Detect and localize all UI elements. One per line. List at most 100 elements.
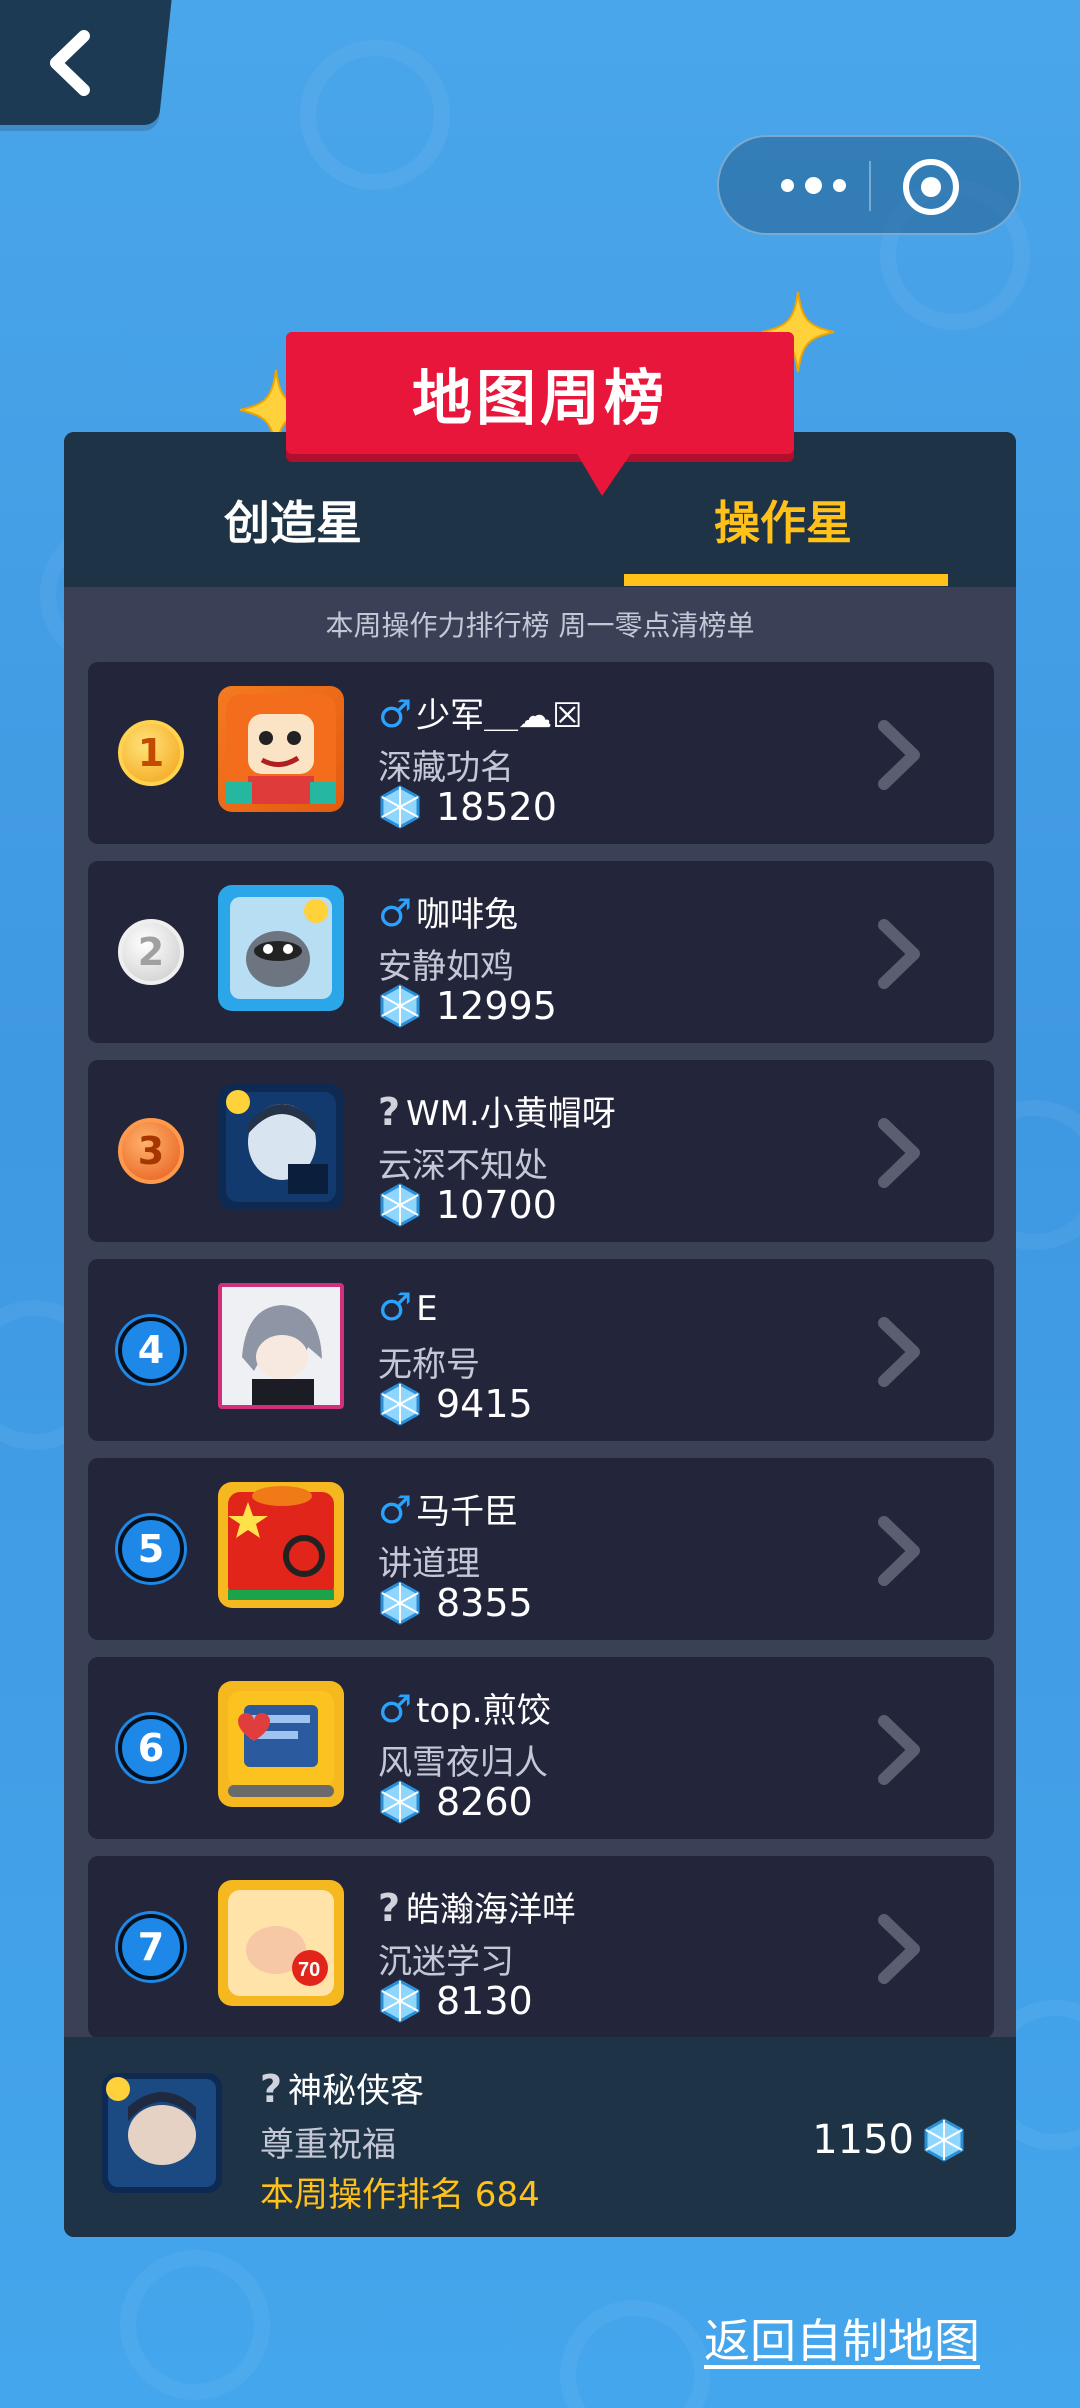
chevron-left-icon	[49, 30, 90, 96]
active-tab-indicator	[624, 574, 948, 586]
player-name-text: top.煎饺	[416, 1691, 551, 1731]
avatar: 70	[218, 1880, 344, 2006]
tab-operation-star[interactable]: 操作星	[714, 487, 852, 553]
player-title: 安静如鸡	[378, 947, 514, 987]
ranking-row[interactable]: 6 ♂ top.煎饺 风雪夜归人 8260	[88, 1657, 994, 1839]
player-title: 云深不知处	[378, 1146, 548, 1186]
score-value: 18520	[436, 785, 557, 829]
ranking-row[interactable]: 3 ? WM.小黄帽呀 云深不知处 10700	[88, 1060, 994, 1242]
avatar	[218, 1482, 344, 1608]
player-title: 讲道理	[378, 1544, 480, 1584]
player-name-text: 神秘侠客	[288, 2071, 425, 2111]
player-name: ♂ top.煎饺	[378, 1683, 551, 1732]
player-title: 无称号	[378, 1345, 480, 1385]
chevron-right-icon	[878, 1715, 920, 1785]
player-name-text: 马千臣	[416, 1492, 519, 1532]
avatar	[218, 1084, 344, 1210]
score-line: 10700	[378, 1182, 557, 1228]
my-weekly-rank: 本周操作排名 684	[260, 2175, 540, 2215]
avatar	[218, 1283, 344, 1409]
player-title: 深藏功名	[378, 748, 514, 788]
ranking-row[interactable]: 7 70 ? 皓瀚海洋咩 沉迷学习 8130	[88, 1856, 994, 2038]
player-name: ? WM.小黄帽呀	[378, 1086, 616, 1135]
diamond-icon	[380, 1183, 420, 1227]
target-circle-icon[interactable]	[903, 159, 959, 215]
rank-badge: 7	[118, 1914, 184, 1980]
score-line: 8355	[378, 1580, 533, 1626]
title-banner: 地图周榜	[286, 332, 794, 496]
avatar	[218, 1681, 344, 1807]
back-button[interactable]	[0, 0, 172, 125]
score-value: 9415	[436, 1382, 533, 1426]
player-name-text: 皓瀚海洋咩	[406, 1890, 577, 1930]
score-value: 8260	[436, 1780, 533, 1824]
avatar	[102, 2073, 222, 2193]
more-dots-icon[interactable]	[761, 137, 871, 233]
chevron-right-icon	[878, 1914, 920, 1984]
chevron-right-icon	[878, 1516, 920, 1586]
diamond-icon	[380, 785, 420, 829]
unknown-gender-icon: ?	[378, 1090, 401, 1134]
score-value: 1150	[812, 2117, 914, 2163]
player-name: ♂ 咖啡兔	[378, 887, 518, 936]
my-ranking-row: ? 神秘侠客 尊重祝福 本周操作排名 684 1150	[64, 2037, 1016, 2237]
ranking-row[interactable]: 1 ♂ 少军＿☁☒ 深藏功名 18520	[88, 662, 994, 844]
avatar	[218, 686, 344, 812]
chevron-right-icon	[878, 919, 920, 989]
chevron-right-icon	[878, 1317, 920, 1387]
leaderboard-subtitle: 本周操作力排行榜 周一零点清榜单	[325, 609, 755, 642]
ranking-row[interactable]: 5 ♂ 马千臣 讲道理 8355	[88, 1458, 994, 1640]
miniprogram-capsule	[717, 135, 1021, 235]
male-gender-icon: ♂	[378, 1285, 413, 1329]
player-name-text: 咖啡兔	[416, 895, 519, 935]
score-line: 8130	[378, 1978, 533, 2024]
male-gender-icon: ♂	[378, 1488, 413, 1532]
player-name: ♂ 少军＿☁☒	[378, 688, 583, 737]
player-name-text: WM.小黄帽呀	[406, 1094, 616, 1134]
capsule-divider	[869, 161, 871, 211]
player-title: 沉迷学习	[378, 1942, 514, 1982]
player-name-text: 少军＿☁☒	[416, 696, 583, 736]
unknown-gender-icon: ?	[378, 1886, 401, 1930]
rank-badge: 5	[118, 1516, 184, 1582]
rank-badge: 6	[118, 1715, 184, 1781]
score-line: 18520	[378, 784, 557, 830]
rank-medal-gold: 1	[118, 720, 184, 786]
male-gender-icon: ♂	[378, 1687, 413, 1731]
back-to-custom-maps-link[interactable]: 返回自制地图	[704, 2305, 980, 2371]
chevron-right-icon	[878, 1118, 920, 1188]
diamond-icon	[380, 1780, 420, 1824]
player-name: ? 神秘侠客	[260, 2063, 424, 2112]
avatar	[218, 885, 344, 1011]
player-name: ♂ E	[378, 1285, 438, 1329]
score-line: 8260	[378, 1779, 533, 1825]
ranking-row[interactable]: 4 ♂ E 无称号 9415	[88, 1259, 994, 1441]
player-title: 风雪夜归人	[378, 1743, 548, 1783]
my-score: 1150	[812, 2117, 966, 2163]
score-value: 8130	[436, 1979, 533, 2023]
svg-text:70: 70	[298, 1959, 320, 1981]
score-line: 9415	[378, 1381, 533, 1427]
leaderboard-panel: 创造星 操作星 本周操作力排行榜 周一零点清榜单 1 ♂少军＿☁☒ 深藏功名	[64, 432, 1016, 2237]
rank-medal-silver: 2	[118, 919, 184, 985]
chevron-right-icon	[878, 720, 920, 790]
score-line: 12995	[378, 983, 557, 1029]
player-title: 尊重祝福	[260, 2125, 396, 2165]
diamond-icon	[380, 1979, 420, 2023]
player-name-text: E	[416, 1289, 438, 1329]
male-gender-icon: ♂	[378, 891, 413, 935]
rank-medal-bronze: 3	[118, 1118, 184, 1184]
diamond-icon	[380, 984, 420, 1028]
score-value: 10700	[436, 1183, 557, 1227]
player-name: ♂ 马千臣	[378, 1484, 518, 1533]
tab-creation-star[interactable]: 创造星	[224, 487, 362, 553]
male-gender-icon: ♂	[378, 692, 413, 736]
diamond-icon	[924, 2118, 964, 2162]
tab-bar: 创造星 操作星	[64, 432, 1016, 587]
player-name: ? 皓瀚海洋咩	[378, 1882, 576, 1931]
score-value: 12995	[436, 984, 557, 1028]
page-title: 地图周榜	[412, 363, 668, 434]
rank-badge: 4	[118, 1317, 184, 1383]
unknown-gender-icon: ?	[260, 2067, 283, 2111]
ranking-row[interactable]: 2 ♂ 咖啡兔 安静如鸡 12995	[88, 861, 994, 1043]
